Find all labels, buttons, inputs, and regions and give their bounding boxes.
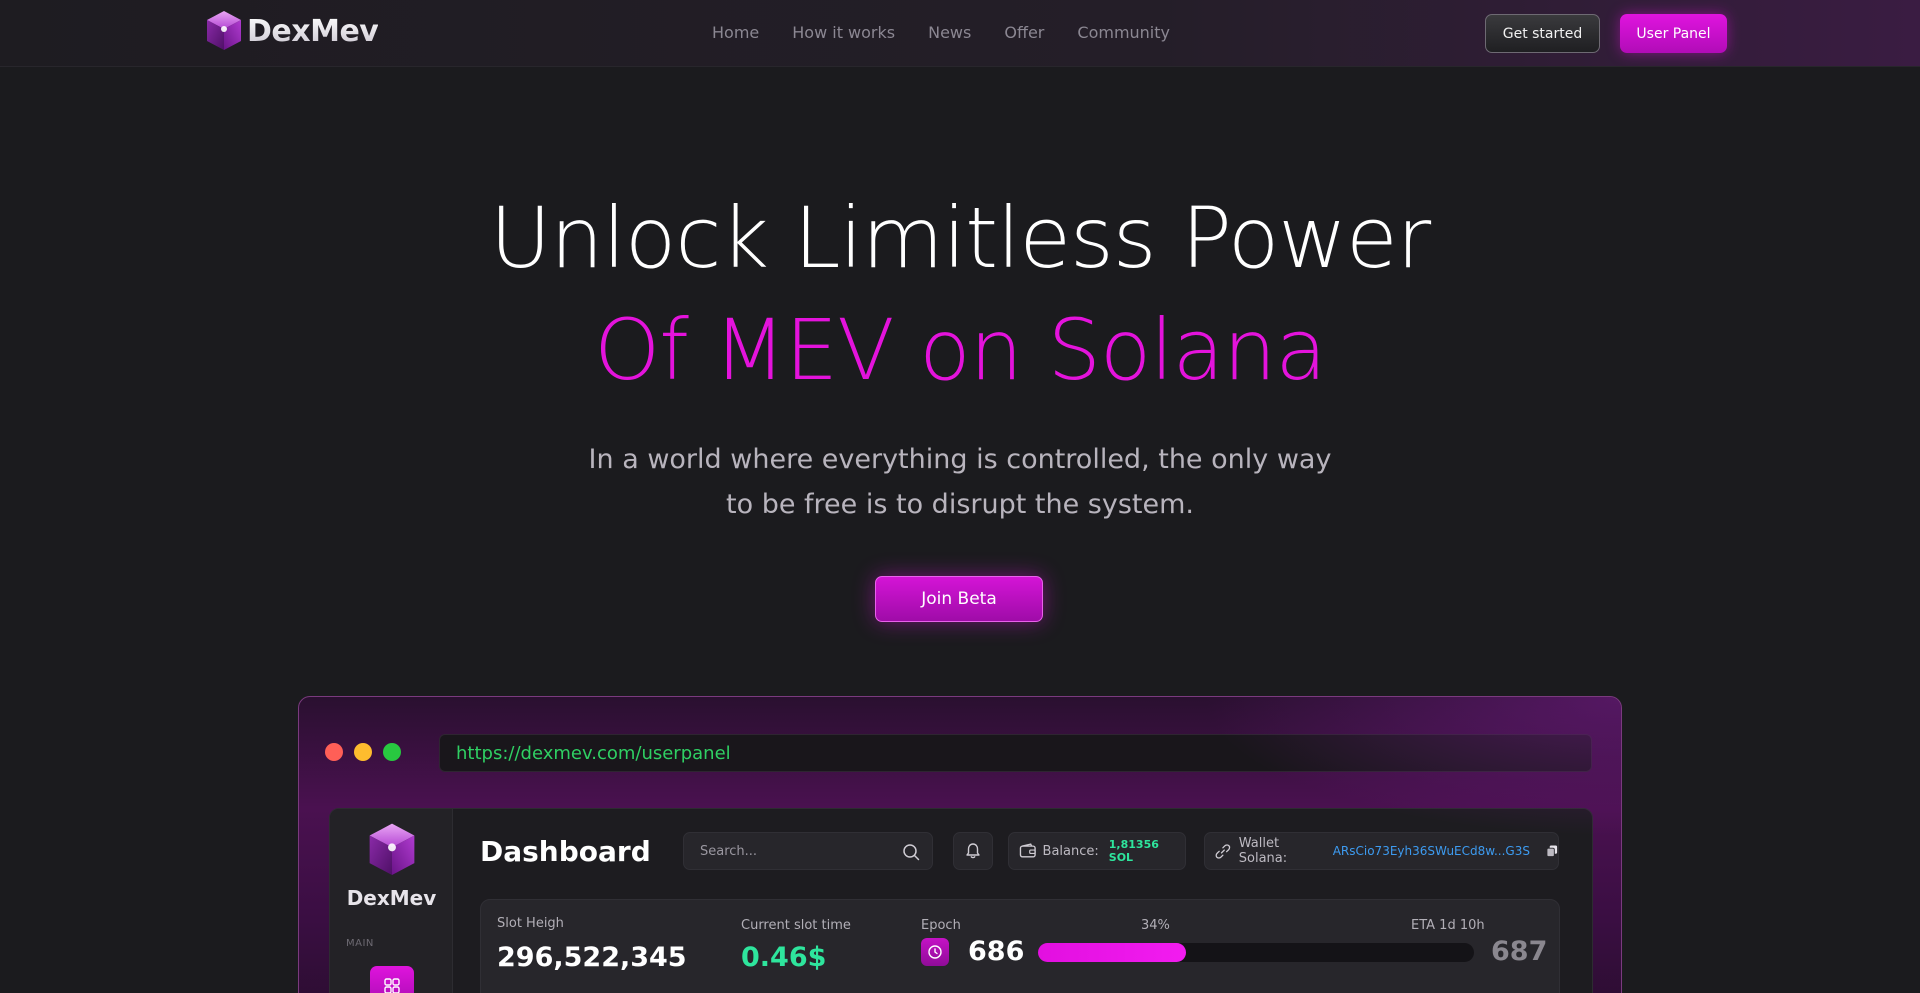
search-icon — [903, 844, 920, 861]
balance-widget: Balance: 1,81356 SOL — [1008, 832, 1186, 870]
dashboard-search[interactable] — [683, 832, 933, 870]
nav-link-community[interactable]: Community — [1077, 23, 1170, 42]
sidebar-brand-name: DexMev — [346, 886, 437, 910]
grid-icon — [384, 978, 400, 993]
cube-logo-icon — [369, 823, 415, 875]
sidebar-section-main: MAIN — [346, 938, 374, 949]
nav-link-home[interactable]: Home — [712, 23, 759, 42]
nav-link-how-it-works[interactable]: How it works — [792, 23, 895, 42]
sidebar-item-dashboard[interactable] — [370, 966, 414, 993]
hero-title-line2: Of MEV on Solana — [594, 301, 1327, 399]
join-beta-button[interactable]: Join Beta — [875, 576, 1043, 622]
dashboard-title: Dashboard — [480, 835, 651, 868]
nav-link-offer[interactable]: Offer — [1004, 23, 1044, 42]
app-sidebar: DexMev MAIN — [330, 809, 453, 993]
hero-subtitle-line1: In a world where everything is controlle… — [588, 444, 1332, 475]
notifications-button[interactable] — [953, 832, 993, 870]
epoch-progress-fill — [1038, 943, 1187, 962]
top-navbar: DexMev Home How it works News Offer Comm… — [0, 0, 1920, 67]
clock-icon — [928, 945, 942, 959]
slot-time-value: 0.46$ — [741, 942, 827, 973]
hero-title-line1: Unlock Limitless Power — [489, 189, 1431, 287]
link-icon — [1215, 843, 1231, 859]
epoch-icon-badge — [921, 938, 949, 966]
balance-value: 1,81356 SOL — [1108, 838, 1159, 864]
wallet-label: Wallet Solana: — [1238, 836, 1288, 866]
slot-height-label: Slot Heigh — [497, 916, 564, 931]
url-bar[interactable]: https://dexmev.com/userpanel — [439, 734, 1592, 772]
window-minimize-dot — [354, 743, 372, 761]
wallet-address: ARsCio73Eyh36SWuECd8w...G3S — [1332, 844, 1530, 858]
browser-mockup: https://dexmev.com/userpanel DexMev MAIN… — [298, 696, 1622, 993]
slot-height-value: 296,522,345 — [497, 942, 687, 973]
get-started-button[interactable]: Get started — [1485, 14, 1600, 53]
epoch-label: Epoch — [921, 918, 961, 933]
nav-link-news[interactable]: News — [928, 23, 971, 42]
slot-time-label: Current slot time — [741, 918, 851, 933]
epoch-next-value: 687 — [1491, 936, 1548, 967]
window-maximize-dot — [383, 743, 401, 761]
balance-label: Balance: — [1042, 843, 1099, 859]
dashboard-app: DexMev MAIN Dashboard Search... Balance:… — [329, 808, 1593, 993]
wallet-icon — [1019, 843, 1036, 858]
brand-logo[interactable]: DexMev — [205, 9, 379, 53]
user-panel-button[interactable]: User Panel — [1620, 14, 1727, 53]
wallet-widget: Wallet Solana: ARsCio73Eyh36SWuECd8w...G… — [1204, 832, 1559, 870]
bell-icon — [966, 843, 980, 859]
network-stats-card: Slot Heigh 296,522,345 Current slot time… — [480, 899, 1560, 993]
epoch-current-value: 686 — [968, 936, 1025, 967]
window-close-dot — [325, 743, 343, 761]
epoch-progress-bar — [1038, 943, 1474, 962]
main-nav: Home How it works News Offer Community — [712, 23, 1170, 42]
search-input[interactable] — [700, 843, 890, 859]
epoch-eta-label: ETA 1d 10h — [1411, 918, 1485, 933]
hero-subtitle-line2: to be free is to disrupt the system. — [726, 489, 1194, 520]
epoch-progress-percent: 34% — [1141, 918, 1170, 933]
brand-name: DexMev — [247, 13, 379, 49]
copy-icon[interactable] — [1546, 844, 1558, 858]
hero-subtitle: In a world where everything is controlle… — [560, 437, 1360, 527]
cube-logo-icon — [207, 11, 241, 50]
